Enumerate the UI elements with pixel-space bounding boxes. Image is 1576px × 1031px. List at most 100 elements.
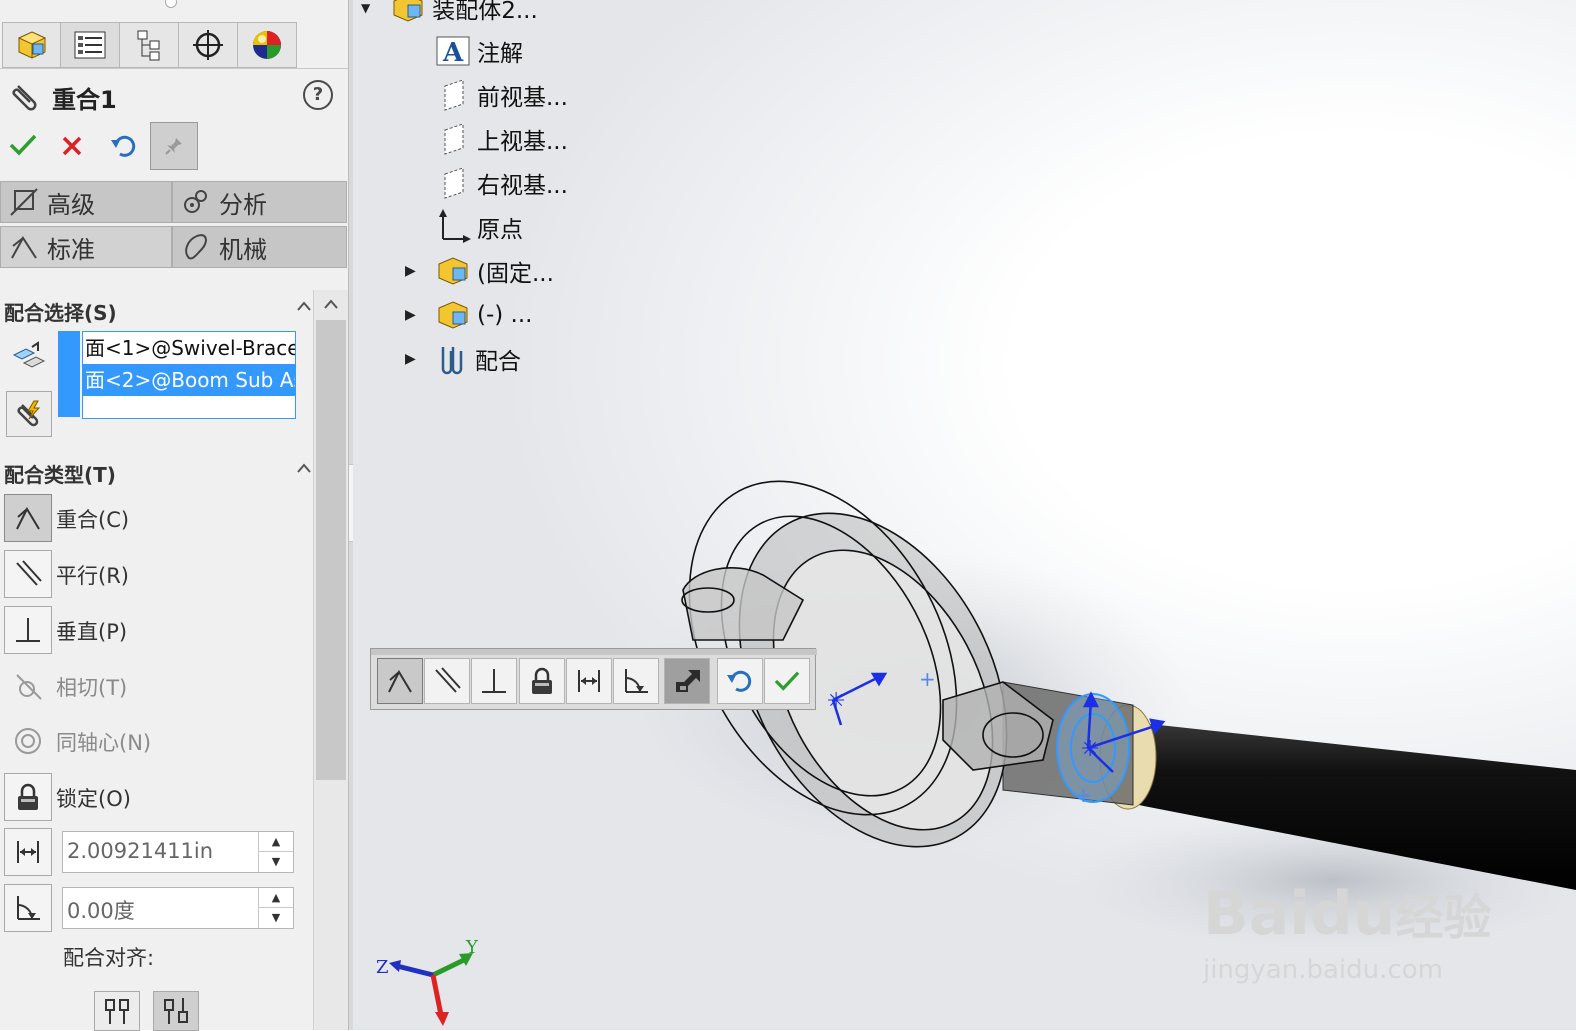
collapse-chevron-icon[interactable] (296, 300, 312, 312)
tree-item-front-plane[interactable]: 前视基... (437, 75, 568, 115)
annotations-icon: A (436, 36, 470, 67)
distance-input[interactable]: 2.00921411in ▲ ▼ (62, 831, 294, 873)
angle-button[interactable] (4, 884, 52, 932)
property-manager-header: 重合1 ? (10, 78, 340, 114)
property-manager-icon (74, 31, 106, 59)
distance-icon (578, 670, 600, 692)
svg-text:+: + (1075, 783, 1092, 807)
selected-face-2[interactable]: 面<2>@Boom Sub Assembly (83, 364, 295, 396)
dimxpert-tab[interactable] (178, 22, 238, 68)
tree-item-fixed-part[interactable]: ▶ (固定... (405, 251, 554, 291)
collapse-chevron-icon[interactable] (296, 462, 312, 474)
spin-up-icon[interactable]: ▲ (259, 832, 293, 852)
lock-icon (18, 783, 38, 810)
feature-manager-tab[interactable] (2, 22, 62, 68)
graphics-viewport[interactable]: ✳ ✳ + + Y Z ▼ 装配体2... A 注解 前视基... 上视基...… (353, 0, 1576, 1030)
mate-alignment-label: 配合对齐: (63, 946, 155, 970)
display-manager-tab[interactable] (237, 22, 297, 68)
tab-advanced-mates[interactable]: 高级 (0, 181, 172, 223)
tab-standard-mates[interactable]: 标准 (0, 226, 172, 268)
lock-button[interactable] (4, 773, 52, 821)
popup-angle-button[interactable] (613, 658, 659, 704)
tree-item-top-plane[interactable]: 上视基... (437, 119, 568, 159)
popup-parallel-button[interactable] (424, 658, 470, 704)
expand-arrow-icon[interactable]: ▶ (405, 263, 435, 279)
expand-arrow-icon[interactable]: ▶ (405, 307, 435, 323)
mate-type-coincident[interactable]: 重合(C) (4, 494, 304, 542)
coincident-label: 重合(C) (56, 508, 130, 532)
tab-analysis-label: 分析 (219, 190, 267, 219)
perpendicular-label: 垂直(P) (56, 620, 128, 644)
lock-icon (532, 667, 552, 694)
tree-item-label: 前视基... (477, 85, 568, 111)
coincident-button[interactable] (4, 494, 52, 542)
flip-alignment-icon (676, 670, 700, 692)
anti-aligned-icon (164, 998, 188, 1024)
mate-faces-icon (12, 341, 46, 368)
toolbar-drag-handle[interactable] (371, 649, 817, 655)
parallel-icon (435, 667, 461, 693)
popup-flip-alignment-button[interactable] (664, 658, 710, 704)
tree-item-label: (-) ... (477, 302, 533, 328)
spin-down-icon[interactable]: ▼ (259, 852, 293, 871)
pushpin-button[interactable] (150, 122, 198, 170)
scroll-up-icon[interactable] (323, 298, 339, 310)
plane-icon (444, 167, 464, 199)
mate-type-parallel[interactable]: 平行(R) (4, 550, 304, 598)
tree-item-annotations[interactable]: A 注解 (435, 31, 523, 71)
ok-check-icon[interactable] (8, 132, 38, 158)
cancel-x-icon[interactable] (60, 134, 84, 158)
collapse-arrow-icon[interactable]: ▼ (361, 1, 370, 15)
tree-root[interactable]: ▼ 装配体2... (361, 0, 538, 28)
coincident-icon (388, 669, 412, 693)
concentric-button (4, 717, 52, 765)
mates-folder-icon (441, 347, 463, 375)
tree-item-mates[interactable]: ▶ 配合 (405, 339, 521, 379)
undo-icon (727, 670, 752, 692)
watermark-brand-text: Baidu (1203, 879, 1396, 949)
ok-check-icon (774, 671, 800, 691)
popup-perpendicular-button[interactable] (471, 658, 517, 704)
property-manager-tab[interactable] (60, 22, 120, 68)
panel-splitter-handle[interactable] (165, 0, 177, 8)
mate-selections-list[interactable]: 面<1>@Swivel-Brace-1 面<2>@Boom Sub Assemb… (82, 331, 296, 419)
parallel-button[interactable] (4, 550, 52, 598)
undo-icon[interactable] (110, 134, 138, 158)
popup-distance-button[interactable] (566, 658, 612, 704)
tab-analysis[interactable]: 分析 (172, 181, 347, 223)
tree-item-origin[interactable]: 原点 (437, 207, 523, 247)
angle-spinner[interactable]: ▲ ▼ (258, 888, 293, 928)
tangent-label: 相切(T) (56, 676, 128, 700)
expand-arrow-icon[interactable]: ▶ (405, 351, 435, 367)
tree-item-floating-part[interactable]: ▶ (-) ... (405, 295, 533, 335)
panel-scrollbar[interactable] (313, 290, 348, 1030)
crosshair-icon (193, 30, 223, 60)
popup-ok-button[interactable] (764, 658, 810, 704)
help-button[interactable]: ? (303, 80, 333, 110)
mate-type-perpendicular[interactable]: 垂直(P) (4, 606, 304, 654)
appearance-sphere-icon (253, 31, 281, 59)
part-icon (438, 301, 468, 329)
distance-icon (17, 841, 39, 863)
scrollbar-thumb[interactable] (316, 320, 346, 780)
distance-spinner[interactable]: ▲ ▼ (258, 832, 293, 872)
tangent-icon (16, 674, 42, 700)
action-buttons (0, 122, 340, 170)
configuration-manager-tab[interactable] (119, 22, 179, 68)
popup-lock-button[interactable] (519, 658, 565, 704)
multiple-mate-mode-button[interactable] (6, 391, 52, 437)
aligned-button[interactable] (94, 991, 140, 1031)
angle-input[interactable]: 0.00度 ▲ ▼ (62, 887, 294, 929)
mate-type-lock[interactable]: 锁定(O) (4, 773, 304, 821)
spin-down-icon[interactable]: ▼ (259, 908, 293, 927)
distance-button[interactable] (4, 828, 52, 876)
popup-undo-button[interactable] (717, 658, 763, 704)
tree-item-right-plane[interactable]: 右视基... (437, 163, 568, 203)
mate-selections-heading: 配合选择(S) (4, 301, 117, 325)
perpendicular-button[interactable] (4, 606, 52, 654)
selected-face-1[interactable]: 面<1>@Swivel-Brace-1 (83, 332, 295, 364)
anti-aligned-button[interactable] (153, 991, 199, 1031)
popup-coincident-button[interactable] (377, 658, 423, 704)
tab-mechanical-mates[interactable]: 机械 (172, 226, 347, 268)
spin-up-icon[interactable]: ▲ (259, 888, 293, 908)
